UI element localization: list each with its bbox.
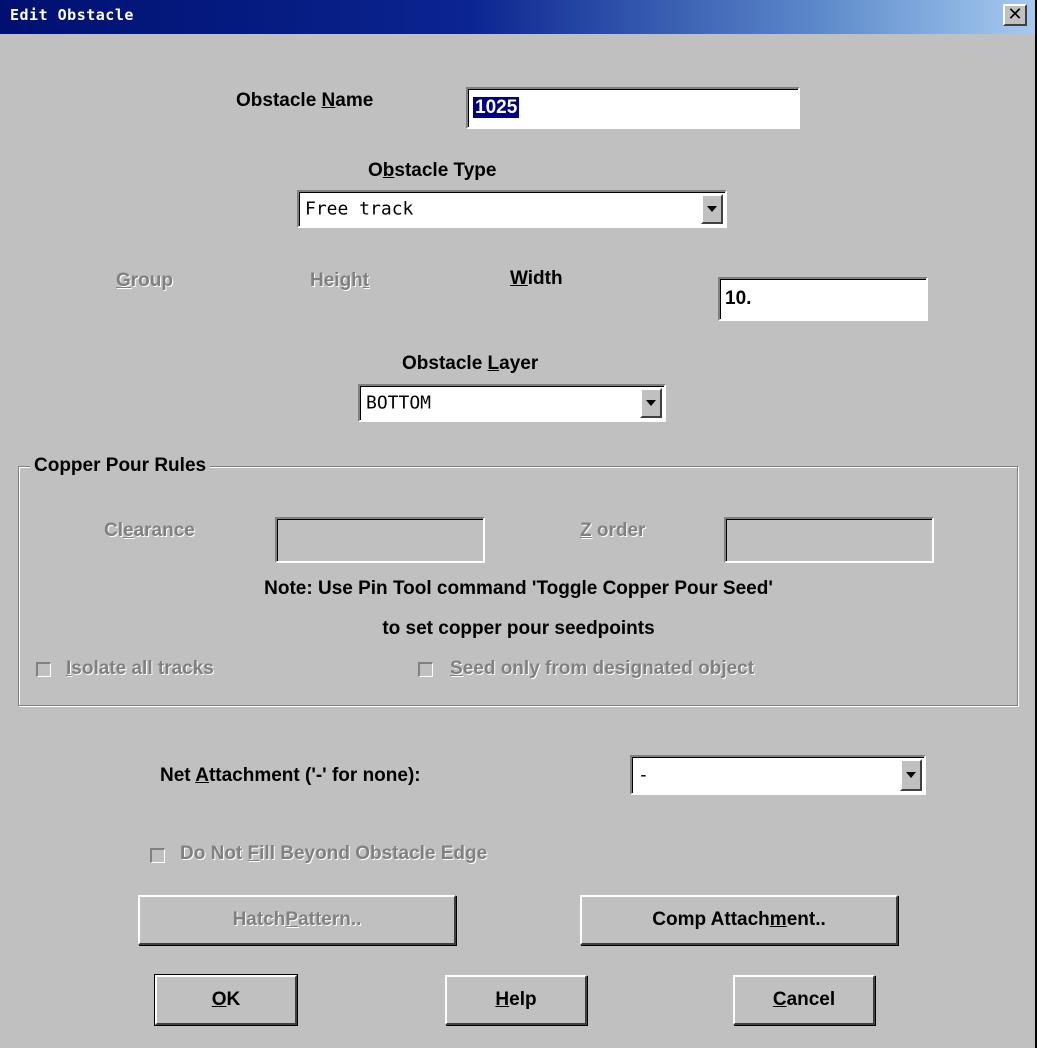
ok-button[interactable]: OK — [154, 974, 298, 1026]
note-line-2: to set copper pour seedpoints — [382, 618, 655, 639]
do-not-fill-label: Do Not Fill Beyond Obstacle Edge — [180, 843, 488, 864]
obstacle-layer-dropdown-button[interactable] — [640, 388, 662, 418]
obstacle-name-value: 1025 — [473, 97, 520, 118]
net-attachment-value: - — [638, 764, 649, 786]
clearance-input[interactable] — [275, 517, 485, 563]
net-attachment-dropdown-button[interactable] — [900, 759, 922, 791]
note-line-1: Note: Use Pin Tool command 'Toggle Coppe… — [264, 578, 773, 599]
close-icon: ✕ — [1007, 4, 1023, 25]
height-label: Height — [310, 270, 370, 291]
do-not-fill-checkbox[interactable] — [150, 848, 165, 863]
obstacle-layer-select[interactable]: BOTTOM — [358, 384, 666, 422]
chevron-down-icon — [707, 206, 717, 212]
edit-obstacle-dialog: Edit Obstacle ✕ Obstacle Name 1025 Obsta… — [0, 0, 1037, 1048]
isolate-all-tracks-checkbox[interactable] — [36, 662, 51, 677]
obstacle-name-input[interactable]: 1025 — [466, 87, 800, 129]
obstacle-type-label: Obstacle Type — [368, 160, 497, 181]
net-attachment-label: Net Attachment ('-' for none): — [160, 765, 421, 786]
obstacle-name-label: Obstacle Name — [236, 90, 374, 111]
close-button[interactable]: ✕ — [1003, 4, 1027, 26]
width-value: 10. — [725, 288, 752, 309]
seed-only-checkbox[interactable] — [418, 662, 433, 677]
net-attachment-select[interactable]: - — [630, 755, 926, 795]
cancel-button[interactable]: Cancel — [733, 975, 875, 1025]
copper-pour-rules-title: Copper Pour Rules — [30, 455, 211, 477]
title-bar[interactable]: Edit Obstacle ✕ — [0, 0, 1035, 34]
isolate-all-tracks-label: Isolate all tracks — [66, 658, 214, 679]
obstacle-layer-label: Obstacle Layer — [402, 353, 539, 374]
z-order-input[interactable] — [724, 517, 934, 563]
obstacle-layer-value: BOTTOM — [366, 392, 432, 414]
obstacle-type-value: Free track — [305, 198, 414, 220]
chevron-down-icon — [646, 400, 656, 406]
group-label: Group — [116, 270, 173, 291]
obstacle-type-select[interactable]: Free track — [297, 190, 727, 228]
seed-only-label: Seed only from designated object — [450, 658, 755, 679]
width-input[interactable]: 10. — [718, 277, 928, 321]
obstacle-type-dropdown-button[interactable] — [701, 194, 723, 224]
width-label: Width — [510, 268, 563, 289]
window-title: Edit Obstacle — [10, 6, 134, 24]
hatch-pattern-button[interactable]: Hatch Pattern.. — [138, 895, 456, 945]
comp-attachment-button[interactable]: Comp Attach m ent.. — [580, 895, 898, 945]
help-button[interactable]: Help — [445, 975, 587, 1025]
clearance-label: Clearance — [104, 520, 195, 541]
z-order-label: Z order — [580, 520, 646, 541]
chevron-down-icon — [906, 772, 916, 778]
